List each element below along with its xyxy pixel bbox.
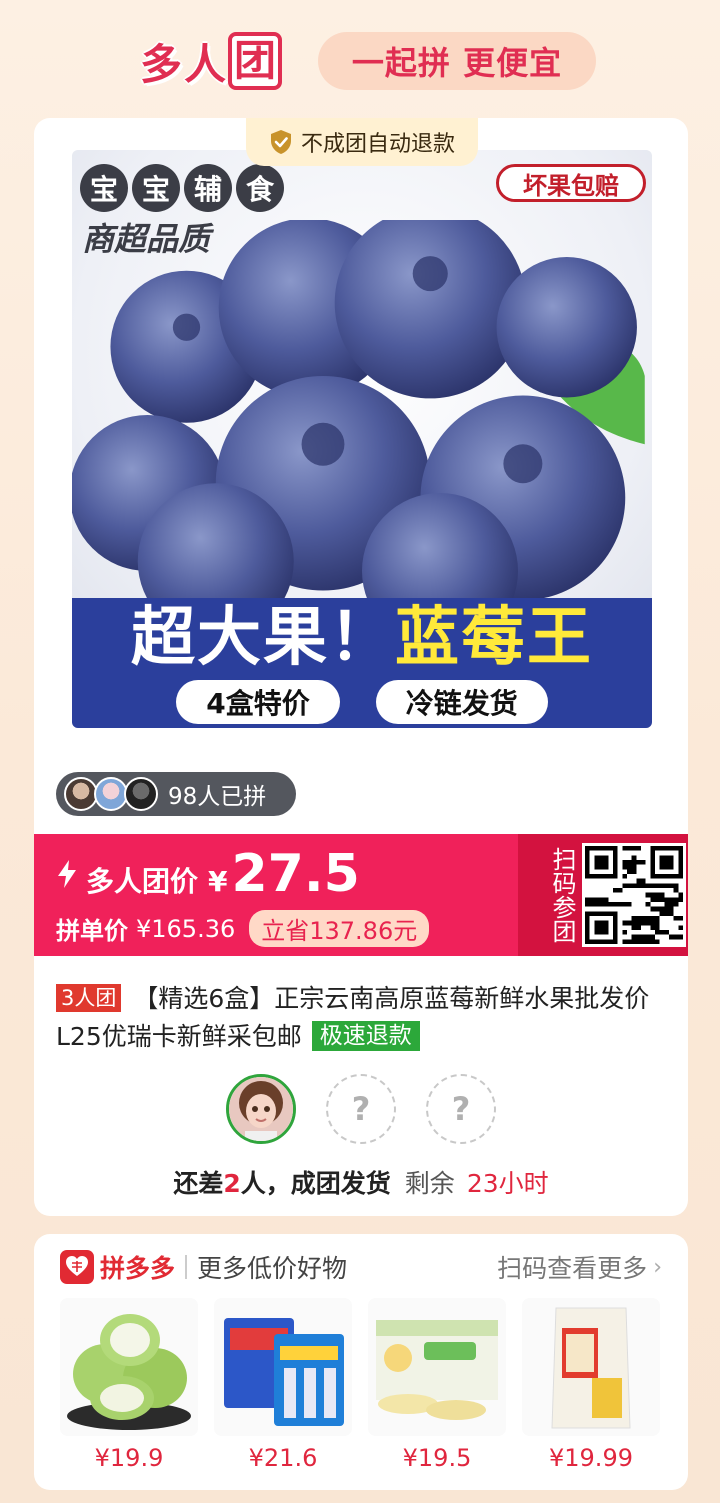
time-left-value: 23小时 (466, 1169, 549, 1198)
scan-to-join-label: 扫码参团 (548, 847, 576, 943)
remain-prefix: 还差 (173, 1169, 224, 1198)
group-price-row: 多人团价 ¥ 27.5 (56, 844, 360, 904)
pinduoduo-logo-icon (60, 1250, 94, 1284)
remain-count: 2 (223, 1169, 241, 1198)
currency-symbol: ¥ (208, 865, 228, 898)
badge-char: 食 (236, 164, 284, 212)
more-goods-card: 拼多多 更多低价好物 扫码查看更多 › ¥19.9 ¥21.6 ¥19.5 ¥1… (34, 1234, 688, 1490)
scan-more-label: 扫码查看更多 (497, 1254, 648, 1283)
guava-image (60, 1298, 198, 1436)
more-goods-subtitle: 更多低价好物 (197, 1254, 348, 1283)
image-badge-baby-food: 宝 宝 辅 食 (80, 164, 284, 212)
single-price-row: 拼单价 ¥165.36 立省137.86元 (56, 910, 430, 947)
logo-char-1: 多 (139, 39, 182, 89)
badge-char: 辅 (184, 164, 232, 212)
joined-count-text: 98人已拼 (168, 784, 267, 810)
joined-count-badge: 98人已拼 (56, 772, 296, 816)
goods-item[interactable]: ¥19.99 (522, 1298, 660, 1472)
empty-member-slot: ? (426, 1074, 496, 1144)
logo: 多 人 团 (120, 30, 302, 92)
goods-price: ¥21.6 (248, 1444, 318, 1472)
image-headline: 超大果！蓝莓王 (72, 586, 652, 678)
headline-yellow: 蓝莓王 (395, 601, 593, 675)
blueberries-illustration (72, 220, 645, 610)
badge-char: 宝 (132, 164, 180, 212)
image-badge-guarantee: 坏果包赔 (496, 164, 646, 202)
group-members: ? ? (34, 1074, 688, 1144)
goods-item[interactable]: ¥21.6 (214, 1298, 352, 1472)
divider (185, 1255, 188, 1279)
image-subtitle: 商超品质 (82, 220, 211, 258)
goods-price: ¥19.99 (549, 1444, 633, 1472)
logo-char-2: 人 (183, 39, 226, 89)
qr-code[interactable] (582, 843, 686, 947)
header: 多 人 团 一起拼 更便宜 (120, 28, 600, 94)
shield-check-icon (269, 129, 293, 155)
gum-packs-image (214, 1298, 352, 1436)
qr-code-icon (585, 846, 683, 944)
single-price-label: 拼单价 (56, 917, 128, 945)
headline-white: 超大果！ (131, 601, 395, 675)
refund-tag-text: 不成团自动退款 (300, 132, 455, 157)
fast-refund-tag: 极速退款 (311, 1021, 420, 1051)
savings-badge: 立省137.86元 (249, 910, 430, 947)
image-pill: 4盒特价 (176, 680, 340, 724)
price-banner: 多人团价 ¥ 27.5 拼单价 ¥165.36 立省137.86元 扫码参团 (34, 834, 688, 956)
goods-item[interactable]: ¥19.9 (60, 1298, 198, 1472)
empty-member-slot: ? (326, 1074, 396, 1144)
refund-guarantee-tag: 不成团自动退款 (246, 118, 478, 166)
product-title: 3人团 【精选6盒】正宗云南高原蓝莓新鲜水果批发价L25优瑞卡新鲜采包邮 极速退款 (56, 980, 656, 1056)
product-image[interactable]: 宝 宝 辅 食 商超品质 坏果包赔 超大果！蓝莓王 4盒特价 冷链发货 (72, 150, 652, 728)
scan-to-join[interactable]: 扫码参团 (518, 834, 688, 956)
more-goods-header: 拼多多 更多低价好物 扫码查看更多 › (60, 1250, 662, 1284)
goods-price: ¥19.5 (402, 1444, 472, 1472)
lightning-icon (56, 859, 78, 889)
brand-name: 拼多多 (100, 1254, 176, 1283)
group-remaining: 还差2人，成团发货 剩余 23小时 (34, 1164, 688, 1200)
goods-item[interactable]: ¥19.5 (368, 1298, 506, 1472)
member-avatar (226, 1074, 296, 1144)
goods-list: ¥19.9 ¥21.6 ¥19.5 ¥19.99 (60, 1298, 660, 1472)
time-left-label: 剩余 (404, 1169, 455, 1198)
product-card: 不成团自动退款 宝 宝 辅 食 商超品质 坏果包赔 超大果！蓝莓王 4盒特价 冷… (34, 118, 688, 1216)
badge-char: 宝 (80, 164, 128, 212)
remain-suffix: 人，成团发货 (240, 1169, 391, 1198)
avatar (94, 777, 128, 811)
slogan: 一起拼 更便宜 (318, 32, 596, 90)
group-size-tag: 3人团 (56, 984, 122, 1012)
image-pill: 冷链发货 (375, 680, 548, 724)
single-price-value: ¥165.36 (136, 914, 236, 943)
corn-box-image (368, 1298, 506, 1436)
avatar (124, 777, 158, 811)
group-price-value: 27.5 (231, 844, 360, 904)
logo-char-3: 团 (228, 32, 283, 90)
chevron-right-icon: › (653, 1254, 662, 1280)
goods-price: ¥19.9 (94, 1444, 164, 1472)
group-price-label: 多人团价 (86, 865, 199, 898)
avatar (64, 777, 98, 811)
scan-more-link[interactable]: 扫码查看更多 › (497, 1249, 662, 1285)
image-pills: 4盒特价 冷链发货 (72, 680, 652, 724)
rice-bag-image (522, 1298, 660, 1436)
